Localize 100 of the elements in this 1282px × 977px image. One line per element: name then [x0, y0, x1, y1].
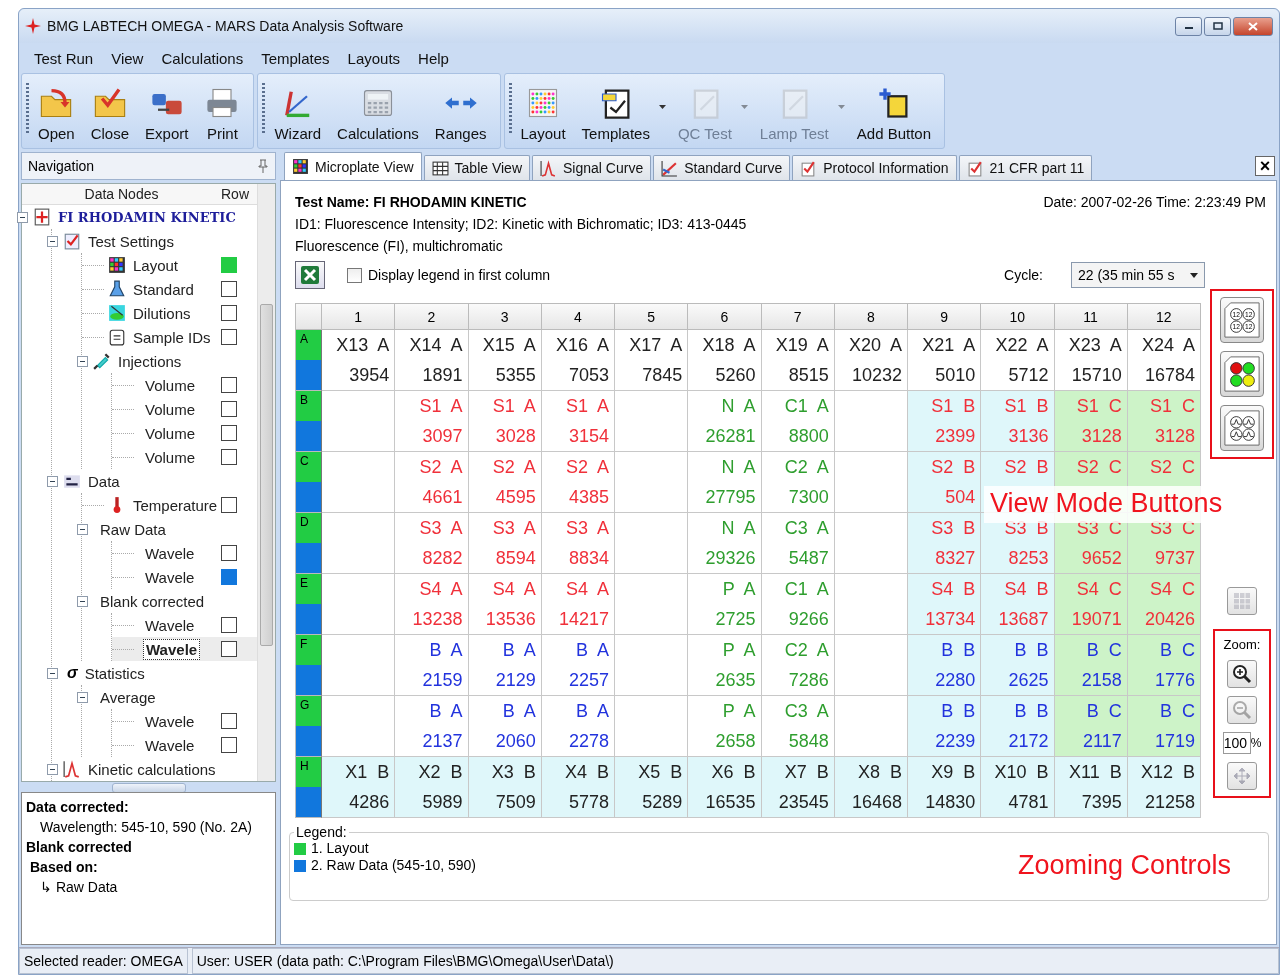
row-marker[interactable] [221, 641, 237, 657]
tree-item[interactable]: Volume [143, 447, 198, 467]
tree-item[interactable]: Blank corrected [98, 591, 207, 611]
toolbar-button[interactable]: Open [31, 83, 82, 144]
tree-item[interactable]: Statistics [82, 663, 147, 683]
column-label: Data Nodes [83, 186, 160, 202]
tree-item[interactable]: Layout [131, 255, 181, 275]
row-marker[interactable] [221, 281, 237, 297]
tree-item[interactable]: Volume [143, 423, 198, 443]
well-value: 5712 [1008, 364, 1049, 387]
row-marker[interactable] [221, 401, 237, 417]
row-marker[interactable] [221, 737, 237, 753]
tab[interactable]: Table View [423, 155, 530, 180]
toolbar-button[interactable]: Ranges [427, 83, 494, 144]
row-marker[interactable] [221, 329, 237, 345]
tree-item[interactable]: Dilutions [131, 303, 193, 323]
tab[interactable]: Microplate View [284, 152, 422, 180]
minimize-button[interactable] [1175, 16, 1202, 36]
row-marker[interactable] [221, 257, 237, 273]
maximize-button[interactable] [1204, 16, 1231, 36]
row-marker[interactable] [221, 545, 237, 561]
tree-item[interactable]: Wavele [143, 711, 197, 731]
row-marker[interactable] [221, 377, 237, 393]
row-marker[interactable] [221, 713, 237, 729]
well-label: S2 C [1149, 456, 1195, 479]
tab[interactable]: Signal Curve [532, 155, 652, 180]
dropdown-arrow-icon [1190, 272, 1198, 278]
row-marker[interactable] [221, 617, 237, 633]
tree-item[interactable]: Volume [143, 399, 198, 419]
tree-item[interactable]: Data [86, 471, 122, 491]
toolbar-button[interactable]: Wizard [267, 83, 329, 144]
tree-item[interactable]: FI RHODAMIN KINETIC [56, 208, 238, 226]
well-value: 19071 [1071, 608, 1122, 631]
expand-toggle[interactable] [77, 355, 88, 367]
tree-item[interactable]: Volume [143, 375, 198, 395]
toolbar-button[interactable]: Add Button [849, 83, 938, 144]
scrollbar[interactable] [257, 184, 275, 781]
tree-item[interactable]: Wavele [143, 638, 201, 660]
menu-item[interactable]: View [102, 46, 153, 70]
well-value: 1776 [1154, 669, 1195, 692]
zoom-label: Zoom: [1223, 637, 1261, 652]
toolbar-button[interactable]: Print [197, 83, 248, 144]
tree-item[interactable]: Sample IDs [131, 327, 213, 347]
row-marker[interactable] [221, 569, 237, 585]
tab[interactable]: Protocol Information [792, 155, 957, 180]
tree-item[interactable]: Test Settings [86, 231, 176, 251]
tree-item[interactable]: Wavele [143, 567, 197, 587]
toolbar-grip[interactable] [26, 83, 29, 135]
expand-toggle[interactable] [47, 667, 58, 679]
tree-item[interactable]: Standard [131, 279, 196, 299]
well-label: S4 C [1076, 578, 1122, 601]
close-button[interactable] [1233, 16, 1273, 36]
expand-toggle[interactable] [47, 235, 58, 247]
expand-toggle[interactable] [77, 691, 88, 703]
tree-item[interactable]: Wavele [143, 735, 197, 755]
toolbar-grip[interactable] [508, 83, 512, 135]
expand-toggle[interactable] [77, 595, 88, 607]
toolbar-button[interactable]: Close [83, 83, 137, 144]
tree-item[interactable]: Kinetic calculations [86, 759, 218, 779]
row-marker[interactable] [221, 497, 237, 513]
tab[interactable]: Standard Curve [653, 155, 791, 180]
menu-item[interactable]: Help [409, 46, 458, 70]
toolbar-grip[interactable] [262, 83, 266, 135]
row-marker[interactable] [221, 449, 237, 465]
row-marker[interactable] [221, 425, 237, 441]
menu-item[interactable]: Layouts [338, 46, 410, 70]
tree-item[interactable]: Temperature [131, 495, 220, 515]
caret-icon [740, 105, 748, 109]
expand-toggle[interactable] [47, 763, 58, 775]
tree-item[interactable]: Average [98, 687, 158, 707]
well-value: 8253 [1008, 547, 1049, 570]
close-button[interactable]: × [1255, 156, 1275, 176]
checkbox[interactable] [347, 267, 362, 283]
row-marker[interactable] [221, 305, 237, 321]
expand-toggle[interactable] [47, 475, 58, 487]
expand-toggle[interactable] [77, 523, 88, 535]
toolbar-button[interactable]: Templates [574, 83, 669, 144]
tree-item[interactable]: Wavele [143, 543, 197, 563]
cycle-dropdown[interactable]: 22 (35 min 55 s [1071, 262, 1205, 288]
tree-item[interactable]: Injections [116, 351, 184, 371]
expand-toggle[interactable] [17, 211, 28, 223]
toolbar-button[interactable]: Calculations [330, 83, 426, 144]
well-label: B B [1014, 639, 1049, 662]
well-value: 3128 [1154, 425, 1195, 448]
zoom-in-button[interactable] [1227, 660, 1257, 688]
tree-item[interactable]: Wavele [143, 615, 197, 635]
window-title: BMG LABTECH OMEGA - MARS Data Analysis Software [47, 18, 405, 34]
tab[interactable]: 21 CFR part 11 [958, 155, 1093, 180]
menu-item[interactable]: Templates [252, 46, 339, 70]
view-mode-button[interactable] [1220, 405, 1264, 451]
well-label: X8 B [857, 761, 902, 784]
tree-item[interactable]: Raw Data [98, 519, 168, 539]
well-label: B A [429, 700, 463, 723]
toolbar-button[interactable]: Export [138, 83, 196, 144]
toolbar-button[interactable]: Layout [513, 83, 573, 144]
menu-item[interactable]: Test Run [25, 46, 103, 70]
menu-item[interactable]: Calculations [152, 46, 253, 70]
zoom-field[interactable]: 100 [1222, 732, 1251, 754]
export-button[interactable] [295, 261, 325, 289]
view-mode-button[interactable] [1220, 351, 1264, 397]
